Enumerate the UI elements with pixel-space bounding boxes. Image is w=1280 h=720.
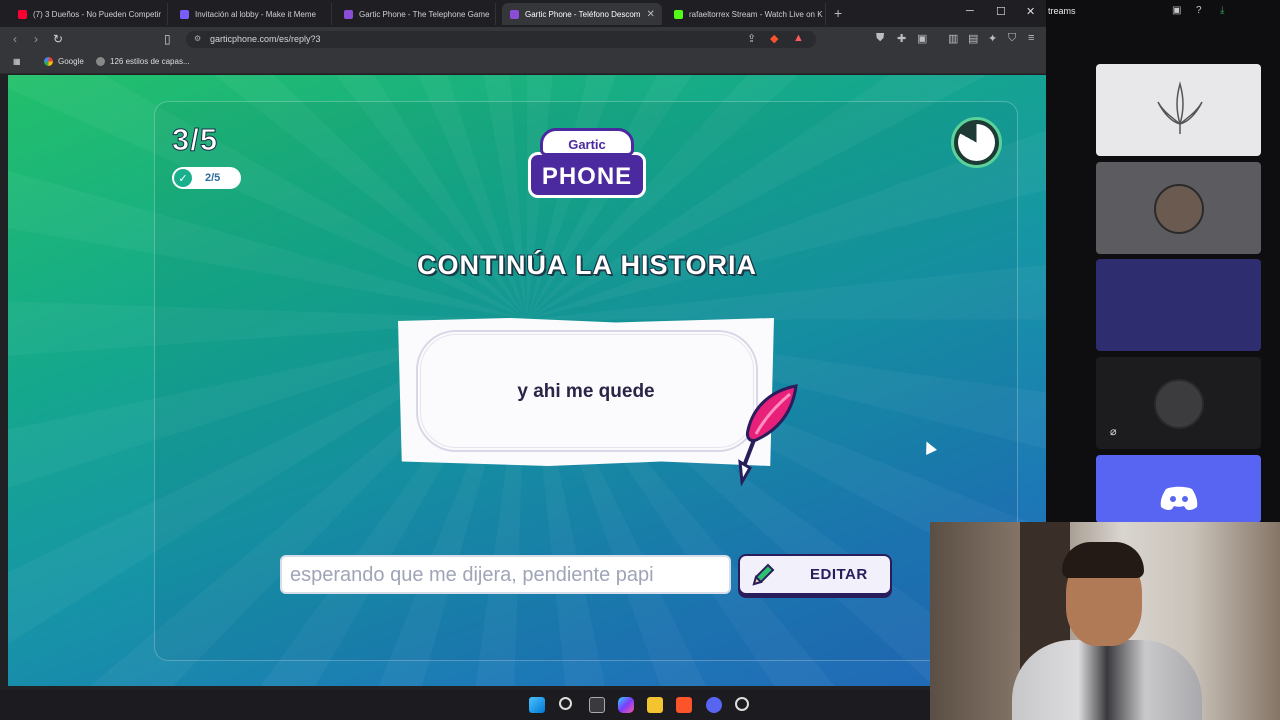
- wallet-icon[interactable]: ▤: [968, 32, 978, 45]
- taskbar: [0, 690, 930, 720]
- stream-thumb-group[interactable]: ⌀: [1096, 357, 1261, 449]
- tab-youtube[interactable]: (7) 3 Dueños - No Pueden Competir: [10, 3, 168, 25]
- edit-button[interactable]: EDITAR: [738, 554, 892, 595]
- brave-browser-icon[interactable]: [676, 697, 692, 713]
- meme-icon: [180, 9, 189, 19]
- timer-icon: [951, 117, 1002, 168]
- sidebar-title: treams: [1048, 6, 1076, 16]
- brave-shields-icon[interactable]: ◆: [770, 32, 778, 45]
- bookmark-label: Google: [58, 57, 84, 66]
- shield-icon[interactable]: ⛉: [1008, 32, 1016, 45]
- back-icon[interactable]: ‹: [13, 32, 17, 46]
- logo-gartic-text: Gartic: [540, 128, 634, 156]
- avatar: [1154, 184, 1204, 234]
- discord-icon: [1160, 486, 1198, 511]
- stream-thumb-dark[interactable]: [1096, 259, 1261, 351]
- maximize-icon[interactable]: ☐: [996, 5, 1006, 18]
- muted-mic-icon: ⌀: [1110, 426, 1117, 438]
- tab-kick-stream[interactable]: rafaeltorrex Stream - Watch Live on K: [666, 3, 826, 25]
- kick-icon: [674, 9, 683, 19]
- tab-gartic-spanish[interactable]: Gartic Phone - Teléfono Descom ✕: [502, 3, 662, 25]
- brave-rewards-icon[interactable]: ▲: [793, 32, 804, 44]
- timer-progress: [958, 124, 995, 161]
- pencil-icon: [752, 563, 775, 585]
- globe-icon: [96, 57, 105, 66]
- edit-button-label: EDITAR: [810, 566, 868, 583]
- url-text: garticphone.com/es/reply?3: [210, 34, 321, 44]
- site-info-icon[interactable]: ⚙: [194, 34, 201, 43]
- new-tab-icon[interactable]: +: [834, 5, 842, 21]
- address-toolbar: ‹ › ↻ ▯ ⚙ garticphone.com/es/reply?3 ⇪ ◆…: [0, 27, 1046, 52]
- youtube-icon: [18, 9, 27, 19]
- apps-icon[interactable]: ▦: [13, 57, 21, 66]
- round-counter: 3/5: [171, 122, 219, 158]
- story-text: y ahi me quede: [517, 381, 655, 402]
- download-icon[interactable]: ⤓: [1220, 5, 1224, 16]
- quill-feather-icon: [738, 384, 798, 486]
- tab-label: Gartic Phone - The Telephone Game: [359, 9, 490, 19]
- cannabis-leaf-icon: [1157, 81, 1203, 134]
- webcam-overlay: [930, 522, 1280, 720]
- logo-phone-text: PHONE: [528, 152, 646, 198]
- vpn-icon[interactable]: ⛊: [876, 32, 884, 45]
- webcam-person-body: [1012, 640, 1202, 720]
- menu-icon[interactable]: ≡: [1028, 32, 1034, 44]
- gartic-phone-logo: PHONE Gartic: [528, 128, 646, 198]
- task-view-icon[interactable]: [589, 697, 605, 713]
- extensions-icon[interactable]: ✚: [897, 32, 906, 45]
- screenshot-icon[interactable]: ▣: [917, 32, 927, 45]
- bookmark-label: 126 estilos de capas...: [110, 57, 190, 66]
- check-icon: ✓: [174, 169, 192, 187]
- page-title: CONTINÚA LA HISTORIA: [417, 250, 757, 280]
- tab-gartic-english[interactable]: Gartic Phone - The Telephone Game: [336, 3, 496, 25]
- close-tab-icon[interactable]: ✕: [640, 9, 654, 20]
- url-bar[interactable]: ⚙ garticphone.com/es/reply?3: [186, 31, 816, 48]
- players-done-count: 2/5: [205, 172, 221, 184]
- story-input[interactable]: esperando que me dijera, pendiente papi: [280, 555, 731, 594]
- tab-label: rafaeltorrex Stream - Watch Live on K: [689, 9, 823, 19]
- windows-start-icon[interactable]: [529, 697, 545, 713]
- reload-icon[interactable]: ↻: [53, 32, 63, 46]
- help-icon[interactable]: ?: [1196, 5, 1202, 16]
- obs-icon[interactable]: [735, 697, 749, 711]
- tab-bar: (7) 3 Dueños - No Pueden Competir Invita…: [0, 0, 1046, 27]
- file-explorer-icon[interactable]: [647, 697, 663, 713]
- minimize-icon[interactable]: ─: [966, 5, 974, 17]
- bookmark-icon[interactable]: ▯: [164, 32, 171, 46]
- stream-thumb-discord[interactable]: [1096, 455, 1261, 523]
- players-done-badge: ✓ 2/5: [172, 167, 241, 189]
- leo-icon[interactable]: ✦: [988, 32, 997, 45]
- stream-thumb-leaf[interactable]: [1096, 64, 1261, 156]
- copilot-icon[interactable]: [618, 697, 634, 713]
- discord-taskbar-icon[interactable]: [706, 697, 722, 713]
- avatar: [1154, 379, 1204, 429]
- bookmarks-bar: ▦ Google 126 estilos de capas...: [0, 52, 1046, 74]
- google-icon: [44, 57, 53, 66]
- tab-label: (7) 3 Dueños - No Pueden Competir: [33, 9, 162, 19]
- bookmark-capas[interactable]: 126 estilos de capas...: [96, 57, 190, 66]
- search-icon[interactable]: [559, 697, 572, 710]
- media-icon[interactable]: ▣: [1172, 5, 1181, 16]
- tab-make-it-meme[interactable]: Invitación al lobby - Make it Meme: [172, 3, 332, 25]
- sidebar-icon[interactable]: ▥: [948, 32, 958, 45]
- gartic-icon: [344, 9, 353, 19]
- gartic-icon: [510, 9, 519, 19]
- tab-label: Gartic Phone - Teléfono Descom: [525, 9, 641, 19]
- close-window-icon[interactable]: ✕: [1026, 5, 1035, 18]
- forward-icon[interactable]: ›: [34, 32, 38, 46]
- share-icon[interactable]: ⇪: [747, 32, 756, 45]
- tab-label: Invitación al lobby - Make it Meme: [195, 9, 316, 19]
- stream-thumb-user[interactable]: [1096, 162, 1261, 254]
- bookmark-google[interactable]: Google: [44, 57, 84, 66]
- webcam-person-hair: [1062, 542, 1144, 578]
